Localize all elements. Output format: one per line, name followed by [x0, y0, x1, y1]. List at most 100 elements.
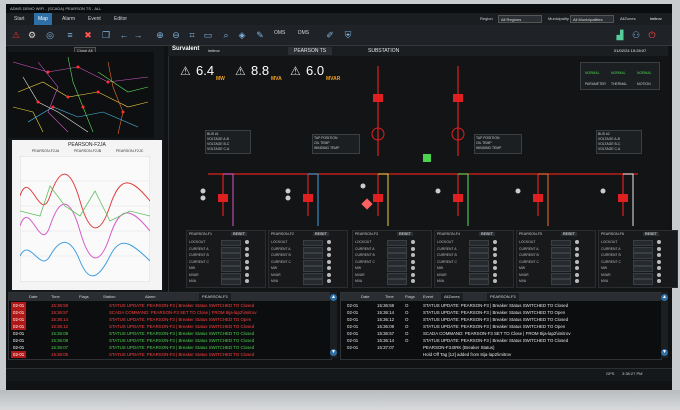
- scroll-up-icon[interactable]: ▲: [330, 294, 337, 301]
- window-icon[interactable]: ▭: [202, 29, 214, 41]
- status-dot-icon[interactable]: [411, 259, 415, 264]
- scroll-up-icon[interactable]: ▲: [661, 294, 668, 301]
- reset-button[interactable]: RESET: [397, 232, 413, 236]
- status-dot-icon[interactable]: [493, 279, 497, 283]
- user-name[interactable]: imitrov: [646, 13, 666, 25]
- dms-menu[interactable]: DMS: [298, 30, 309, 36]
- status-dot-icon[interactable]: [575, 240, 579, 244]
- reset-button[interactable]: RESET: [643, 232, 659, 236]
- col-station[interactable]: Station: [103, 293, 115, 301]
- pen-icon[interactable]: ✐: [324, 29, 336, 41]
- status-dot-icon[interactable]: [327, 272, 331, 277]
- list-icon[interactable]: ≡: [64, 29, 76, 41]
- status-dot-icon[interactable]: [575, 253, 579, 257]
- reset-button[interactable]: RESET: [561, 232, 577, 236]
- col-event[interactable]: Event: [423, 293, 433, 301]
- status-dot-icon[interactable]: [245, 266, 249, 270]
- shield-icon[interactable]: ⛨: [342, 29, 354, 41]
- alarm-row[interactable]: 02-01 15:36:05 STATUS UPDATE: PEARSON-F3 |…: [9, 351, 331, 358]
- chart-icon[interactable]: ▟: [614, 29, 626, 41]
- event-row[interactable]: 02-01 15:37:07 PEARSON-F3.BRK (Breaker Sta…: [341, 344, 661, 351]
- status-dot-icon[interactable]: [327, 279, 331, 283]
- oms-menu[interactable]: OMS: [274, 30, 285, 36]
- status-dot-icon[interactable]: [493, 259, 497, 264]
- col-flags[interactable]: Flags: [405, 293, 415, 301]
- scroll-down-icon[interactable]: ▼: [661, 349, 668, 356]
- zone-filter[interactable]: AllZones: [441, 293, 463, 301]
- network-icon[interactable]: ⚇: [630, 29, 642, 41]
- pin-icon[interactable]: ✎: [254, 29, 266, 41]
- event-row[interactable]: 02-01 15:36:57 O SCADA COMMAND: PEARSON-F3 …: [341, 330, 661, 337]
- search-icon[interactable]: ⌕: [220, 29, 232, 41]
- event-filter[interactable]: PEARSON-F3: [487, 293, 519, 301]
- status-dot-icon[interactable]: [327, 240, 331, 244]
- status-dot-icon[interactable]: [493, 253, 497, 257]
- forward-arrow-icon[interactable]: →: [132, 29, 144, 41]
- status-dot-icon[interactable]: [657, 246, 661, 251]
- status-dot-icon[interactable]: [411, 253, 415, 257]
- status-dot-icon[interactable]: [411, 240, 415, 244]
- network-map[interactable]: [8, 52, 154, 138]
- tab-substation[interactable]: SUBSTATION: [362, 47, 405, 55]
- status-dot-icon[interactable]: [493, 246, 497, 251]
- delete-icon[interactable]: ✖: [82, 29, 94, 41]
- event-row[interactable]: 02-01 15:36:09 O STATUS UPDATE: PEARSON-F3 …: [341, 323, 661, 330]
- status-dot-icon[interactable]: [657, 266, 661, 270]
- col-time[interactable]: Time: [51, 293, 60, 301]
- status-dot-icon[interactable]: [575, 246, 579, 251]
- event-row[interactable]: 02-01 15:36:14 O STATUS UPDATE: PEARSON-F3 …: [341, 309, 661, 316]
- status-dot-icon[interactable]: [245, 272, 249, 277]
- status-dot-icon[interactable]: [575, 272, 579, 277]
- col-date[interactable]: Date: [29, 293, 37, 301]
- reset-button[interactable]: RESET: [479, 232, 495, 236]
- status-dot-icon[interactable]: [493, 240, 497, 244]
- alarm-list[interactable]: Date Time Flags Station Alarm PEARSON-F3…: [8, 292, 332, 360]
- status-dot-icon[interactable]: [245, 240, 249, 244]
- status-dot-icon[interactable]: [657, 240, 661, 244]
- power-icon[interactable]: ⏻: [646, 29, 658, 41]
- event-row[interactable]: 02-01 15:36:12 O STATUS UPDATE: PEARSON-F3 …: [341, 316, 661, 323]
- status-dot-icon[interactable]: [575, 259, 579, 264]
- zoom-in-icon[interactable]: ⊕: [154, 29, 166, 41]
- status-dot-icon[interactable]: [493, 266, 497, 270]
- status-dot-icon[interactable]: [327, 253, 331, 257]
- alarm-row[interactable]: 02-01 15:36:09 STATUS UPDATE: PEARSON-F3 |…: [9, 330, 331, 337]
- gear-icon[interactable]: ⚙: [26, 29, 38, 41]
- alarm-row[interactable]: 02-01 15:36:57 SCADA COMMAND: PEARSON-F3 S…: [9, 309, 331, 316]
- reset-button[interactable]: RESET: [231, 232, 247, 236]
- status-dot-icon[interactable]: [657, 272, 661, 277]
- alarm-row[interactable]: 02-01 15:36:12 STATUS UPDATE: PEARSON-F3 |…: [9, 323, 331, 330]
- status-dot-icon[interactable]: [493, 272, 497, 277]
- event-list[interactable]: Date Time Flags Event AllZones PEARSON-F…: [340, 292, 662, 360]
- col-alarm[interactable]: Alarm: [145, 293, 155, 301]
- back-arrow-icon[interactable]: ←: [118, 29, 130, 41]
- status-dot-icon[interactable]: [327, 246, 331, 251]
- status-dot-icon[interactable]: [327, 266, 331, 270]
- layers-icon[interactable]: ◈: [236, 29, 248, 41]
- status-dot-icon[interactable]: [411, 266, 415, 270]
- alarm-row[interactable]: 02-01 15:36:07 STATUS UPDATE: PEARSON-F3 |…: [9, 344, 331, 351]
- alarm-scrollbar[interactable]: ▲ ▼: [330, 292, 337, 358]
- menu-event[interactable]: Event: [84, 13, 105, 25]
- status-dot-icon[interactable]: [575, 279, 579, 283]
- event-row[interactable]: 02-01 15:36:14 O STATUS UPDATE: PEARSON-F3 …: [341, 337, 661, 344]
- copy-icon[interactable]: ❐: [100, 29, 112, 41]
- alarm-bell-icon[interactable]: ⚠: [10, 29, 22, 41]
- globe-icon[interactable]: ◎: [44, 29, 56, 41]
- status-dot-icon[interactable]: [245, 246, 249, 251]
- status-dot-icon[interactable]: [327, 259, 331, 264]
- menu-editor[interactable]: Editor: [110, 13, 131, 25]
- col-flags[interactable]: Flags: [79, 293, 89, 301]
- tab-station[interactable]: PEARSON TS: [288, 47, 333, 55]
- status-dot-icon[interactable]: [411, 279, 415, 283]
- status-dot-icon[interactable]: [245, 259, 249, 264]
- municipality-select[interactable]: All Municipalities: [570, 15, 614, 23]
- menu-map[interactable]: Map: [34, 13, 52, 25]
- menu-start[interactable]: Start: [10, 13, 29, 25]
- status-dot-icon[interactable]: [245, 279, 249, 283]
- status-dot-icon[interactable]: [657, 259, 661, 264]
- alarm-row[interactable]: 02-01 15:36:08 STATUS UPDATE: PEARSON-F3 |…: [9, 337, 331, 344]
- zoom-out-icon[interactable]: ⊖: [170, 29, 182, 41]
- alarm-filter[interactable]: PEARSON-F3: [199, 293, 231, 301]
- scroll-down-icon[interactable]: ▼: [330, 349, 337, 356]
